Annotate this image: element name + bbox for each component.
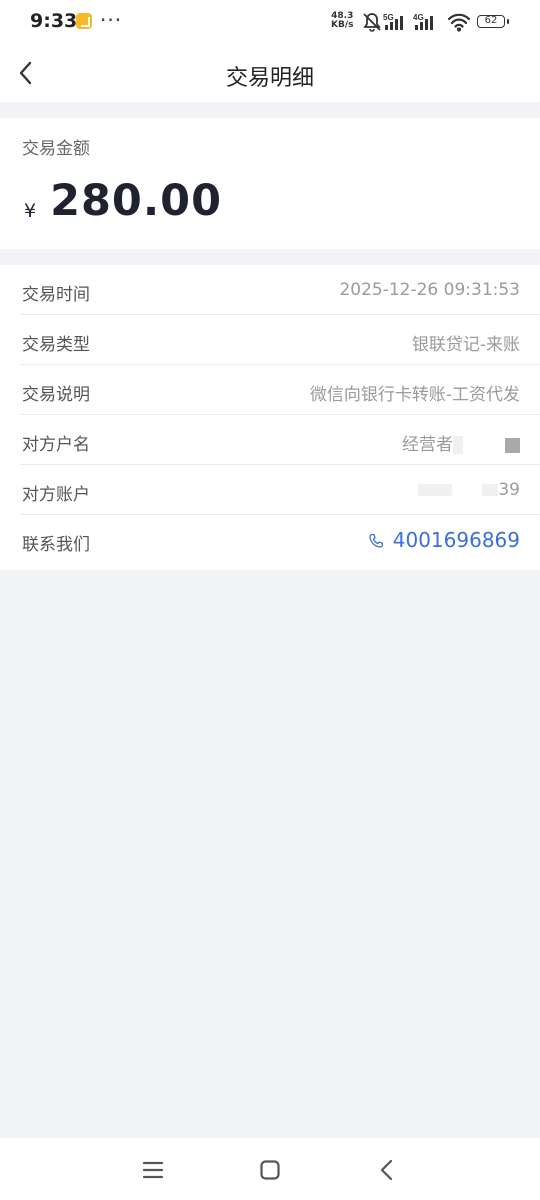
system-back-button[interactable] (371, 1154, 403, 1186)
clock: 9:33 (30, 10, 78, 32)
type-label: 交易类型 (22, 335, 90, 355)
amount-label: 交易金额 (22, 139, 90, 159)
nav-bar: 交易明细 (0, 44, 540, 102)
counterparty-name-text: 经营者 (402, 435, 453, 455)
wifi-icon (447, 13, 471, 32)
contact-phone-number: 4001696869 (392, 528, 520, 552)
counterparty-name-label: 对方户名 (22, 435, 90, 455)
signal-4g-label: 4G (413, 13, 424, 22)
network-speed: 48.3 KB/s (331, 12, 353, 30)
counterparty-account-label: 对方账户 (22, 485, 90, 505)
detail-row-counterparty-name: 对方户名 经营者 (20, 415, 540, 465)
time-label: 交易时间 (22, 285, 90, 305)
more-notifications-icon: ··· (100, 8, 123, 32)
type-value: 银联贷记-来账 (411, 335, 520, 355)
battery-icon: 62 (477, 15, 509, 28)
phone-icon (369, 533, 383, 548)
time-value: 2025-12-26 09:31:53 (339, 280, 520, 300)
redaction-mask (482, 484, 499, 496)
redaction-block (505, 437, 520, 453)
mute-bell-icon (363, 13, 381, 32)
home-icon (260, 1160, 280, 1180)
currency-symbol: ¥ (24, 200, 37, 222)
detail-row-type: 交易类型 银联贷记-来账 (20, 315, 540, 365)
detail-row-counterparty-account: 39 对方账户 (20, 465, 540, 515)
detail-row-contact: 联系我们 4001696869 (20, 515, 540, 565)
counterparty-name-value: 经营者 (402, 430, 520, 455)
detail-row-description: 交易说明 微信向银行卡转账-工资代发 (20, 365, 540, 415)
redaction-mask (418, 484, 453, 496)
counterparty-account-text: 39 (498, 480, 520, 500)
status-bar: 9:33 ··· 48.3 KB/s 5G 4G 62 (0, 0, 540, 44)
description-value: 微信向银行卡转账-工资代发 (309, 385, 520, 405)
menu-icon (142, 1161, 164, 1179)
amount-value: 280.00 (50, 176, 223, 226)
counterparty-account-value: 39 (418, 480, 520, 500)
notification-app-icon (76, 13, 92, 29)
network-speed-unit: KB/s (331, 20, 354, 30)
transaction-details: 交易时间 2025-12-26 09:31:53 交易类型 银联贷记-来账 交易… (0, 265, 540, 570)
signal-5g-label: 5G (383, 13, 394, 22)
amount-row: ¥280.00 (24, 176, 222, 226)
contact-label: 联系我们 (22, 535, 90, 555)
home-button[interactable] (254, 1154, 286, 1186)
description-label: 交易说明 (22, 385, 90, 405)
system-nav-bar (0, 1138, 540, 1200)
contact-phone-link[interactable]: 4001696869 (367, 528, 520, 552)
amount-card: 交易金额 ¥280.00 (0, 118, 540, 249)
redaction-mask (453, 436, 463, 454)
back-icon (380, 1159, 393, 1181)
page-title: 交易明细 (225, 66, 314, 91)
detail-row-time: 交易时间 2025-12-26 09:31:53 (20, 265, 540, 315)
recent-apps-button[interactable] (137, 1154, 169, 1186)
